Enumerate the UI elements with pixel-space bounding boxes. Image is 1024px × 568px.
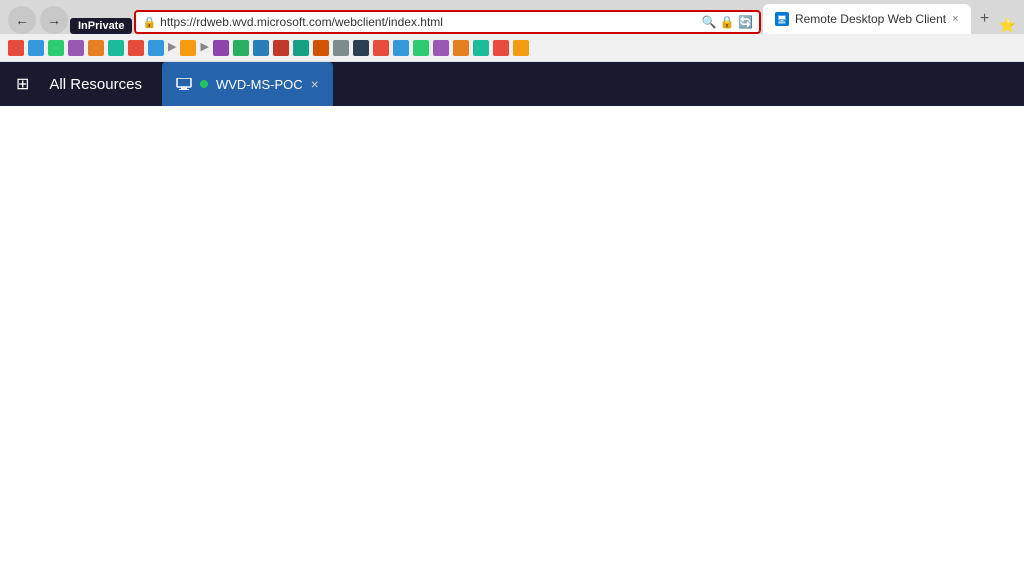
bookmark-icon-11[interactable] bbox=[233, 40, 249, 56]
active-tab[interactable]: 🖥 Remote Desktop Web Client × bbox=[763, 4, 971, 34]
bookmark-icon-9[interactable] bbox=[180, 40, 196, 56]
rd-top-bar: ⊞ All Resources WVD-MS-POC × bbox=[0, 62, 1024, 106]
bookmark-icon-8[interactable] bbox=[148, 40, 164, 56]
bookmark-icon-5[interactable] bbox=[88, 40, 104, 56]
bookmark-icon-1[interactable] bbox=[8, 40, 24, 56]
bookmark-icon-3[interactable] bbox=[48, 40, 64, 56]
bookmarks-bar: ▶ ▶ bbox=[0, 34, 1024, 62]
tab-label: Remote Desktop Web Client bbox=[795, 12, 946, 26]
connection-status-dot bbox=[200, 80, 208, 88]
star-icon: ⭐ bbox=[999, 17, 1016, 34]
nav-buttons: ← → bbox=[8, 6, 68, 34]
bookmark-icon-21[interactable] bbox=[433, 40, 449, 56]
rd-tab[interactable]: WVD-MS-POC × bbox=[162, 62, 333, 106]
bookmark-icon-6[interactable] bbox=[108, 40, 124, 56]
bookmark-icon-25[interactable] bbox=[513, 40, 529, 56]
bookmark-icon-23[interactable] bbox=[473, 40, 489, 56]
lock-icon: 🔒 bbox=[142, 16, 156, 29]
address-actions: 🔍 🔒 🔄 bbox=[701, 15, 753, 29]
bookmark-icon-20[interactable] bbox=[413, 40, 429, 56]
bookmark-icon-15[interactable] bbox=[313, 40, 329, 56]
apps-grid-icon[interactable]: ⊞ bbox=[16, 74, 29, 94]
bookmark-icon-18[interactable] bbox=[373, 40, 389, 56]
bookmark-icon-16[interactable] bbox=[333, 40, 349, 56]
monitor-icon bbox=[176, 78, 192, 90]
address-bar[interactable]: 🔒 https://rdweb.wvd.microsoft.com/webcli… bbox=[134, 10, 760, 34]
tab-favicon: 🖥 bbox=[775, 12, 789, 26]
forward-button[interactable]: → bbox=[40, 6, 68, 34]
bookmark-icon-17[interactable] bbox=[353, 40, 369, 56]
rd-tab-label: WVD-MS-POC bbox=[216, 77, 303, 92]
address-text: https://rdweb.wvd.microsoft.com/webclien… bbox=[160, 15, 697, 29]
rd-tab-close-button[interactable]: × bbox=[311, 76, 319, 92]
new-tab-button[interactable]: + bbox=[973, 7, 997, 31]
bookmark-icon-2[interactable] bbox=[28, 40, 44, 56]
browser-chrome: ← → InPrivate 🔒 https://rdweb.wvd.micros… bbox=[0, 0, 1024, 62]
bookmark-icon-24[interactable] bbox=[493, 40, 509, 56]
bookmark-icon-22[interactable] bbox=[453, 40, 469, 56]
inprivate-badge[interactable]: InPrivate bbox=[70, 18, 132, 34]
back-button[interactable]: ← bbox=[8, 6, 36, 34]
bookmark-icon-12[interactable] bbox=[253, 40, 269, 56]
bookmark-icon-13[interactable] bbox=[273, 40, 289, 56]
bookmark-icon-19[interactable] bbox=[393, 40, 409, 56]
bookmark-icon-4[interactable] bbox=[68, 40, 84, 56]
tab-bar: ← → InPrivate 🔒 https://rdweb.wvd.micros… bbox=[0, 0, 1024, 34]
rd-title: All Resources bbox=[49, 76, 142, 93]
bookmark-icon-7[interactable] bbox=[128, 40, 144, 56]
bookmark-icon-14[interactable] bbox=[293, 40, 309, 56]
bookmark-icon-10[interactable] bbox=[213, 40, 229, 56]
tab-close-button[interactable]: × bbox=[952, 13, 958, 25]
